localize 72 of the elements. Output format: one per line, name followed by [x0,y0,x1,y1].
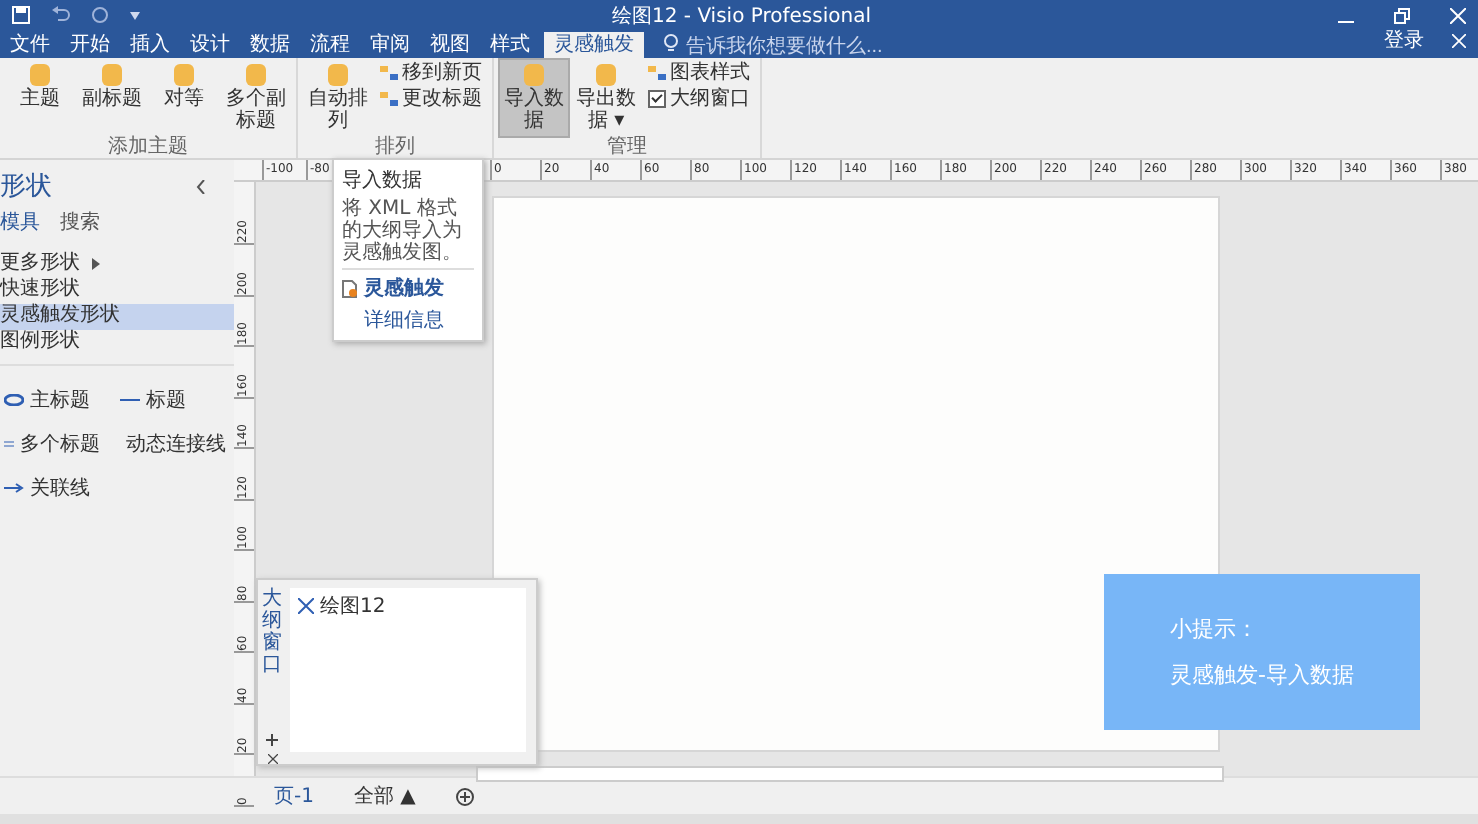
ribbon-tab[interactable]: 数据 [244,32,296,58]
ribbon-tab[interactable]: 流程 [304,32,356,58]
stencil-item[interactable]: 图例形状 [0,330,234,356]
pane-title: 形状 [0,170,52,204]
ribbon-tab[interactable]: 样式 [484,32,536,58]
pin-icon[interactable] [266,734,278,746]
close-icon[interactable] [267,754,277,764]
window-title: 绘图12 - Visio Professional [612,3,873,29]
shape-label[interactable]: 动态连接线 [126,430,226,458]
outline-window-checkbox[interactable]: 大纲窗口 [644,86,754,110]
shapes-icon [380,89,398,107]
collapse-icon[interactable] [196,179,206,193]
ribbon-tab[interactable]: 灵感触发 [544,32,644,58]
shapes-icon [648,63,666,81]
ribbon-tab[interactable]: 开始 [64,32,116,58]
tooltip-text: 将 XML 格式的大纲导入为灵感触发图。 [342,198,474,270]
group-label: 排列 [373,136,417,158]
sign-in-link[interactable]: 登录 [1384,26,1424,54]
diagram-icon [298,598,314,614]
shape-icon [172,62,196,88]
line-icon[interactable] [120,396,140,404]
ribbon-tab[interactable]: 插入 [124,32,176,58]
group-label: 管理 [605,136,649,158]
dropdown-icon[interactable] [130,11,140,19]
ribbon-button[interactable]: 移到新页 [376,60,486,84]
shape-icon [28,62,52,88]
ribbon-button[interactable]: 对等 [150,60,218,136]
pane-tab[interactable]: 模具 [0,208,40,236]
ribbon-button[interactable]: 自动排列 [304,60,372,136]
arrow-icon[interactable] [4,482,24,494]
ribbon-tab[interactable]: 视图 [424,32,476,58]
outline-item[interactable]: 绘图12 [320,592,386,620]
ribbon-button[interactable]: 多个副标题 [222,60,290,136]
shapes-icon [380,63,398,81]
ribbon-button[interactable]: 更改标题 [376,86,486,110]
shape-label[interactable]: 关联线 [30,474,90,502]
ribbon-button[interactable]: 图表样式 [644,60,754,84]
stencil-item[interactable]: 灵感触发形状 [0,304,234,330]
shape-icon [100,62,124,88]
save-icon[interactable] [12,6,30,24]
group-label: 添加主题 [106,136,190,158]
outline-title: 大纲窗口 [262,588,282,680]
horizontal-scrollbar[interactable] [476,766,1224,782]
shape-label[interactable]: 主标题 [30,386,90,414]
shape-icon [522,62,546,88]
ribbon-button[interactable]: 导入数据 [500,60,568,136]
shape-icon [326,62,350,88]
lightbulb-icon [664,34,678,54]
shape-label[interactable]: 标题 [146,386,186,414]
undo-icon[interactable] [50,6,70,24]
pane-tab[interactable]: 搜索 [60,208,100,236]
shape-label[interactable]: 多个标题 [20,430,100,458]
restore-icon[interactable] [1394,7,1410,23]
shape-icon [244,62,268,88]
tip-text: 灵感触发-导入数据 [1170,660,1356,690]
page-tab[interactable]: 页-1 [274,782,314,810]
tooltip-link[interactable]: 灵感触发 [364,274,444,302]
more-info-link[interactable]: 详细信息 [342,306,474,334]
stencil-item[interactable]: 更多形状 [0,252,234,278]
document-icon [342,279,358,297]
ribbon-tab[interactable]: 文件 [4,32,56,58]
all-pages-button[interactable]: 全部 ▲ [353,782,416,810]
ribbon-button[interactable]: 副标题 [78,60,146,136]
ribbon-button[interactable]: 导出数据 ▾ [572,60,640,136]
tip-title: 小提示： [1170,614,1260,644]
add-page-icon[interactable] [455,787,474,805]
ribbon-tab[interactable]: 审阅 [364,32,416,58]
ribbon-button[interactable]: 主题 [6,60,74,136]
search-field[interactable]: 告诉我你想要做什么... [686,36,966,58]
ribbon-tab[interactable]: 设计 [184,32,236,58]
stencil-item[interactable]: 快速形状 [0,278,234,304]
shape-icon [594,62,618,88]
